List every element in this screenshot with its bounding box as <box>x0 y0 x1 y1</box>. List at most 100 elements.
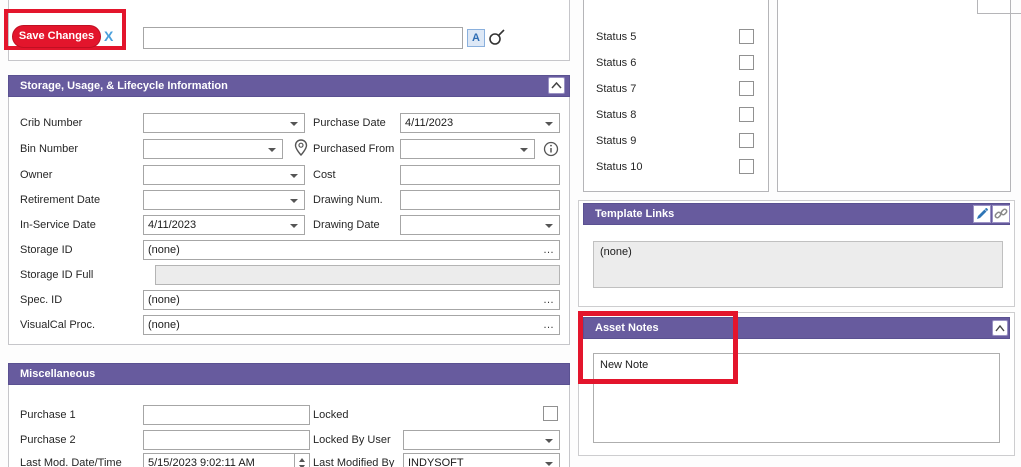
chevron-down-icon <box>290 224 298 228</box>
status-9-label: Status 9 <box>596 135 637 147</box>
locked-checkbox[interactable] <box>543 406 558 421</box>
discard-changes-button[interactable]: X <box>104 25 113 47</box>
cost-label: Cost <box>313 169 336 181</box>
misc-section-header: Miscellaneous <box>8 363 570 385</box>
chevron-down-icon <box>545 462 553 466</box>
drawing-date-combo[interactable] <box>400 215 560 235</box>
purchase-2-label: Purchase 2 <box>20 434 76 446</box>
asset-notes-header: Asset Notes <box>583 317 1010 339</box>
storage-id-value: (none) <box>148 244 180 256</box>
storage-id-field[interactable]: (none) … <box>143 240 560 260</box>
purchase-2-input[interactable] <box>143 430 310 450</box>
purchased-from-combo[interactable] <box>400 139 535 159</box>
asset-notes-collapse-button[interactable] <box>992 320 1008 336</box>
status-extra-panel <box>777 0 1011 192</box>
retirement-date-combo[interactable] <box>143 190 305 210</box>
spec-id-field[interactable]: (none) … <box>143 290 560 310</box>
locked-by-user-combo[interactable] <box>403 430 560 450</box>
last-mod-datetime-input[interactable]: 5/15/2023 9:02:11 AM <box>143 453 310 467</box>
locked-by-user-label: Locked By User <box>313 434 391 446</box>
ellipsis-button[interactable]: … <box>543 241 555 259</box>
spec-id-label: Spec. ID <box>20 294 63 306</box>
last-modified-by-value: INDYSOFT <box>408 457 464 467</box>
chevron-down-icon <box>290 122 298 126</box>
storage-id-full-field <box>155 265 560 285</box>
status-10-checkbox[interactable] <box>739 159 754 174</box>
font-search-button[interactable]: A <box>467 29 485 47</box>
window-edge-artifact <box>977 0 978 13</box>
bin-number-combo[interactable] <box>143 139 283 159</box>
last-mod-datetime-label: Last Mod. Date/Time <box>20 457 122 467</box>
last-modified-by-label: Last Modified By <box>313 457 395 467</box>
edit-links-button[interactable] <box>973 205 991 223</box>
chevron-up-icon <box>995 324 1005 331</box>
storage-section-title: Storage, Usage, & Lifecycle Information <box>20 80 228 92</box>
ellipsis-button[interactable]: … <box>543 316 555 334</box>
purchase-date-value: 4/11/2023 <box>405 117 454 129</box>
chain-link-icon <box>994 208 1008 219</box>
template-links-title: Template Links <box>595 208 675 220</box>
crib-number-label: Crib Number <box>20 117 83 129</box>
chevron-down-icon <box>520 148 528 152</box>
locked-label: Locked <box>313 409 349 421</box>
status-5-label: Status 5 <box>596 31 637 43</box>
asset-note-text: New Note <box>600 359 649 371</box>
visualcal-proc-field[interactable]: (none) … <box>143 315 560 335</box>
storage-section-header: Storage, Usage, & Lifecycle Information <box>8 75 570 97</box>
status-10-label: Status 10 <box>596 161 643 173</box>
drawing-num-input[interactable] <box>400 190 560 210</box>
chevron-down-icon <box>545 224 553 228</box>
purchase-1-input[interactable] <box>143 405 310 425</box>
search-icon[interactable] <box>488 26 506 48</box>
chevron-up-icon <box>551 82 562 89</box>
crib-number-combo[interactable] <box>143 113 305 133</box>
last-mod-datetime-value: 5/15/2023 9:02:11 AM <box>148 457 255 467</box>
status-6-label: Status 6 <box>596 57 637 69</box>
visualcal-proc-label: VisualCal Proc. <box>20 319 95 331</box>
save-changes-button[interactable]: Save Changes <box>12 25 101 48</box>
cost-input[interactable] <box>400 165 560 185</box>
owner-combo[interactable] <box>143 165 305 185</box>
purchase-date-combo[interactable]: 4/11/2023 <box>400 113 560 133</box>
window-edge-artifact <box>977 13 1021 14</box>
status-8-checkbox[interactable] <box>739 107 754 122</box>
chevron-down-icon <box>545 122 553 126</box>
template-links-content: (none) <box>600 246 632 258</box>
purchase-1-label: Purchase 1 <box>20 409 76 421</box>
in-service-date-label: In-Service Date <box>20 219 96 231</box>
info-icon[interactable] <box>543 141 559 157</box>
template-links-list[interactable]: (none) <box>593 241 1003 288</box>
status-6-checkbox[interactable] <box>739 55 754 70</box>
status-9-checkbox[interactable] <box>739 133 754 148</box>
spinner-up-icon <box>299 458 305 462</box>
pencil-icon <box>977 208 988 219</box>
chevron-down-icon <box>268 148 276 152</box>
storage-collapse-button[interactable] <box>548 77 565 94</box>
in-service-date-value: 4/11/2023 <box>148 219 197 231</box>
last-modified-by-combo[interactable]: INDYSOFT <box>403 453 560 467</box>
asset-note-textarea[interactable]: New Note <box>593 353 1000 443</box>
asset-notes-title: Asset Notes <box>595 322 659 334</box>
visualcal-proc-value: (none) <box>148 319 180 331</box>
status-5-checkbox[interactable] <box>739 29 754 44</box>
owner-label: Owner <box>20 169 53 181</box>
drawing-date-label: Drawing Date <box>313 219 380 231</box>
link-button[interactable] <box>992 205 1010 223</box>
spec-id-value: (none) <box>148 294 180 306</box>
status-7-checkbox[interactable] <box>739 81 754 96</box>
storage-id-full-label: Storage ID Full <box>20 269 94 281</box>
search-input[interactable] <box>143 27 463 49</box>
status-7-label: Status 7 <box>596 83 637 95</box>
location-pin-icon[interactable] <box>293 138 309 158</box>
storage-id-label: Storage ID <box>20 244 73 256</box>
misc-section-title: Miscellaneous <box>20 368 96 380</box>
in-service-date-combo[interactable]: 4/11/2023 <box>143 215 305 235</box>
chevron-down-icon <box>290 199 298 203</box>
ellipsis-button[interactable]: … <box>543 291 555 309</box>
purchased-from-label: Purchased From <box>313 143 395 155</box>
bin-number-label: Bin Number <box>20 143 79 155</box>
chevron-down-icon <box>545 439 553 443</box>
datetime-spinner[interactable] <box>294 454 309 467</box>
purchase-date-label: Purchase Date <box>313 117 386 129</box>
drawing-num-label: Drawing Num. <box>313 194 383 206</box>
